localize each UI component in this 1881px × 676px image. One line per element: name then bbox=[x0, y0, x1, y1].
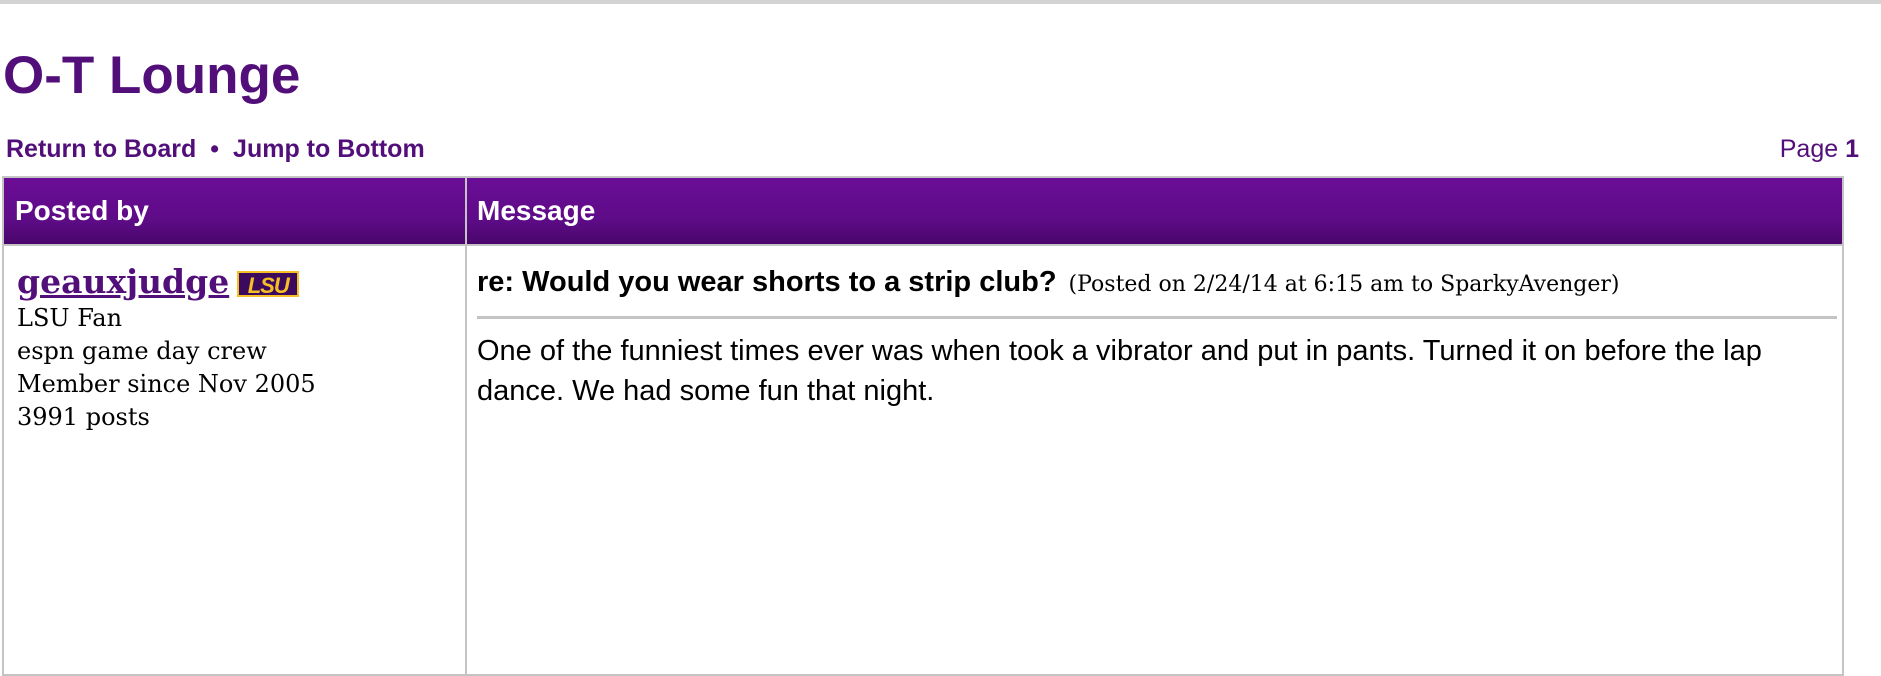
message-divider bbox=[477, 316, 1837, 319]
page-indicator: Page 1 bbox=[1780, 134, 1859, 164]
author-post-count: 3991 posts bbox=[17, 403, 150, 431]
column-header-posted-by: Posted by bbox=[15, 195, 149, 226]
thread-nav: Return to Board • Jump to Bottom bbox=[6, 134, 425, 164]
thread-table: Posted by Message geauxjudge LSU LSU Fan… bbox=[2, 176, 1844, 676]
author-username-link[interactable]: geauxjudge bbox=[17, 262, 229, 302]
column-divider bbox=[465, 178, 467, 674]
page-label: Page bbox=[1779, 135, 1839, 163]
jump-to-bottom-link[interactable]: Jump to Bottom bbox=[233, 135, 425, 163]
current-page-number[interactable]: 1 bbox=[1845, 135, 1859, 163]
post-message-panel: re: Would you wear shorts to a strip clu… bbox=[477, 262, 1837, 411]
board-title: O-T Lounge bbox=[3, 46, 301, 105]
author-member-since: Member since Nov 2005 bbox=[17, 370, 316, 398]
post-subject: re: Would you wear shorts to a strip clu… bbox=[477, 266, 1057, 298]
nav-separator: • bbox=[210, 135, 220, 163]
author-name-row: geauxjudge LSU bbox=[17, 262, 316, 302]
lsu-logo-icon: LSU bbox=[237, 271, 300, 298]
return-to-board-link[interactable]: Return to Board bbox=[6, 135, 196, 163]
top-divider bbox=[0, 0, 1881, 4]
table-header: Posted by Message bbox=[4, 178, 1842, 246]
post-body: One of the funniest times ever was when … bbox=[477, 335, 1762, 407]
post-subject-row: re: Would you wear shorts to a strip clu… bbox=[477, 262, 1837, 302]
author-custom-title: espn game day crew bbox=[17, 337, 267, 365]
author-team: LSU Fan bbox=[17, 304, 123, 332]
column-header-message: Message bbox=[477, 195, 596, 226]
post-author-panel: geauxjudge LSU LSU Fan espn game day cre… bbox=[17, 262, 316, 434]
post-timestamp-info: (Posted on 2/24/14 at 6:15 am to SparkyA… bbox=[1068, 272, 1620, 297]
